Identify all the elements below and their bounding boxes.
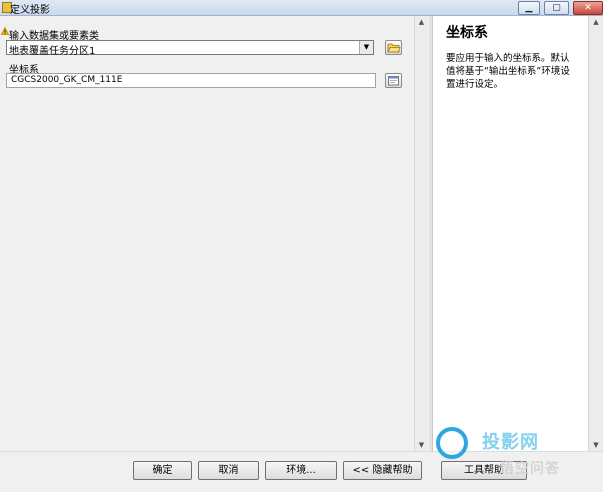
input-dataset-value: 地表覆盖任务分区1: [9, 46, 96, 57]
help-title: 坐标系: [446, 25, 488, 41]
crs-textbox[interactable]: CGCS2000_GK_CM_111E: [6, 73, 376, 88]
crs-value: CGCS2000_GK_CM_111E: [11, 75, 123, 85]
crs-properties-button[interactable]: [385, 73, 402, 88]
window-title: 定义投影: [10, 5, 50, 16]
close-button[interactable]: ✕: [573, 1, 603, 15]
environments-button[interactable]: 环境...: [265, 461, 337, 480]
maximize-button[interactable]: ▢: [544, 1, 569, 15]
cancel-button[interactable]: 取消: [198, 461, 259, 480]
open-folder-icon: [387, 43, 401, 53]
scroll-up-icon[interactable]: ▲: [589, 16, 603, 28]
help-text: 要应用于输入的坐标系。默认值将基于“输出坐标系”环境设置进行设定。: [446, 53, 570, 90]
scroll-down-icon[interactable]: ▼: [415, 439, 428, 451]
scroll-up-icon[interactable]: ▲: [415, 16, 428, 28]
browse-button[interactable]: [385, 40, 402, 55]
help-scrollbar[interactable]: ▲ ▼: [588, 16, 603, 451]
warning-icon: [1, 27, 9, 35]
dialog-footer: 确定 取消 环境... << 隐藏帮助 工具帮助: [0, 451, 603, 492]
minimize-button[interactable]: ▁: [518, 1, 540, 15]
scroll-down-icon[interactable]: ▼: [589, 439, 603, 451]
spatial-reference-properties-icon: [388, 76, 399, 86]
input-dataset-combobox[interactable]: 地表覆盖任务分区1 ▼: [6, 40, 374, 57]
tool-help-button[interactable]: 工具帮助: [441, 461, 527, 480]
title-bar: 定义投影 ▁ ▢ ✕: [0, 0, 603, 16]
parameter-scrollbar[interactable]: ▲ ▼: [414, 16, 428, 451]
help-pane: 坐标系 要应用于输入的坐标系。默认值将基于“输出坐标系”环境设置进行设定。: [432, 16, 589, 451]
hide-help-button[interactable]: << 隐藏帮助: [343, 461, 422, 480]
chevron-down-icon[interactable]: ▼: [359, 41, 373, 54]
ok-button[interactable]: 确定: [133, 461, 192, 480]
